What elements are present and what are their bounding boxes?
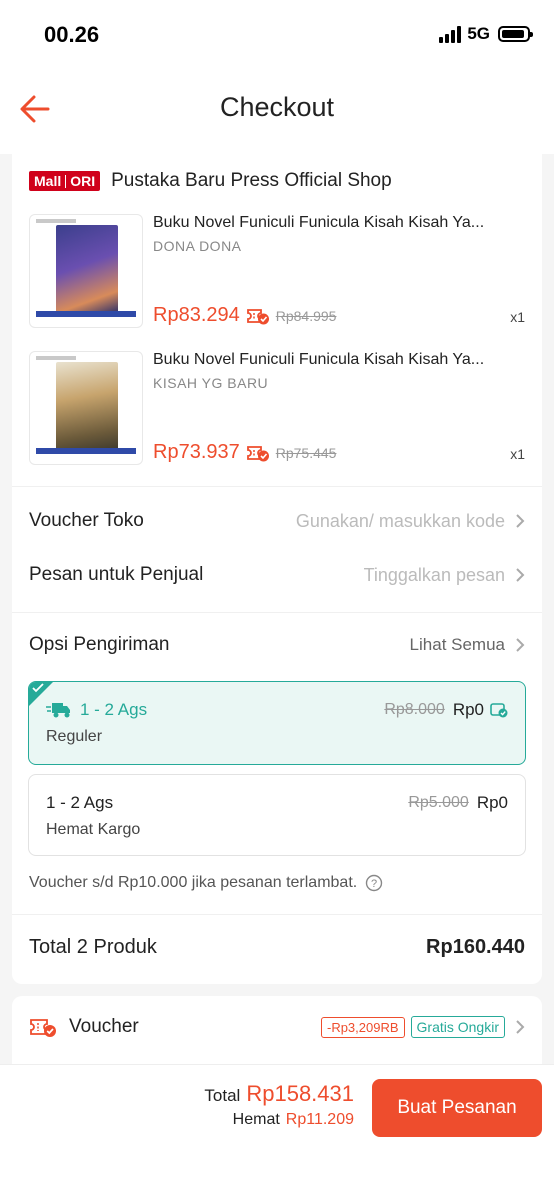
- order-card: Mall ORI Pustaka Baru Press Official Sho…: [12, 154, 542, 984]
- shipping-eta: 1 - 2 Ags: [80, 700, 148, 719]
- product-qty: x1: [510, 309, 525, 325]
- voucher-icon: [30, 1019, 56, 1037]
- shop-header[interactable]: Mall ORI Pustaka Baru Press Official Sho…: [29, 170, 392, 192]
- shipping-new-price: Rp0: [452, 700, 484, 719]
- product-variant: KISAH YG BARU: [153, 375, 269, 391]
- shipping-price: Rp8.000 Rp0: [384, 700, 508, 720]
- late-voucher-text: Voucher s/d Rp10.000 jika pesanan terlam…: [29, 874, 358, 891]
- shipping-option-reguler[interactable]: 1 - 2 Ags Reguler Rp8.000 Rp0: [28, 681, 526, 765]
- voucher-toko-label: Voucher Toko: [29, 510, 144, 531]
- product-qty: x1: [510, 446, 525, 462]
- shipping-type: Reguler: [46, 728, 103, 745]
- shipping-options-row[interactable]: Opsi Pengiriman Lihat Semua: [29, 634, 525, 656]
- divider: [12, 612, 542, 613]
- order-summary: Total Rp158.431 Hemat Rp11.209: [204, 1081, 354, 1129]
- product-total-row: Total 2 Produk Rp160.440: [29, 936, 525, 959]
- product-name: Buku Novel Funiculi Funicula Kisah Kisah…: [153, 351, 485, 368]
- shipping-old-price: Rp8.000: [384, 701, 445, 718]
- free-shipping-tag: Gratis Ongkir: [410, 1016, 505, 1038]
- svg-text:?: ?: [371, 878, 377, 890]
- voucher-toko-value: Gunakan/ masukkan kode: [296, 511, 525, 532]
- coupon-check-icon: [246, 445, 269, 461]
- voucher-row[interactable]: Voucher -Rp3,209RB Gratis Ongkir: [29, 1016, 525, 1038]
- product-item[interactable]: Buku Novel Funiculi Funicula Kisah Kisah…: [29, 214, 525, 332]
- shipping-old-price: Rp5.000: [408, 794, 469, 811]
- chevron-right-icon: [516, 514, 525, 528]
- signal-icon: [439, 25, 462, 43]
- shipping-new-price: Rp0: [476, 793, 508, 812]
- shipping-eta-row: 1 - 2 Ags: [46, 793, 113, 813]
- seller-message-row[interactable]: Pesan untuk Penjual Tinggalkan pesan: [29, 564, 525, 586]
- product-total-label: Total 2 Produk: [29, 936, 157, 958]
- shipping-price: Rp5.000 Rp0: [408, 793, 508, 813]
- shipping-option-kargo[interactable]: 1 - 2 Ags Hemat Kargo Rp5.000 Rp0: [28, 774, 526, 856]
- product-variant: DONA DONA: [153, 238, 242, 254]
- mall-badge-right: ORI: [70, 173, 96, 189]
- divider: [12, 486, 542, 487]
- product-price: Rp83.294: [153, 304, 240, 326]
- network-label: 5G: [467, 24, 490, 43]
- voucher-label: Voucher: [69, 1016, 139, 1037]
- chevron-right-icon: [516, 638, 525, 652]
- status-time: 00.26: [44, 22, 100, 47]
- voucher-tags: -Rp3,209RB Gratis Ongkir: [320, 1016, 525, 1038]
- seller-message-placeholder: Tinggalkan pesan: [363, 564, 505, 585]
- shipping-type: Hemat Kargo: [46, 821, 141, 838]
- shipping-label: Opsi Pengiriman: [29, 634, 170, 655]
- product-image: [29, 214, 143, 328]
- product-total-value: Rp160.440: [426, 936, 525, 958]
- discount-tag: -Rp3,209RB: [320, 1016, 405, 1038]
- seller-message-label: Pesan untuk Penjual: [29, 564, 204, 585]
- product-price: Rp73.937: [153, 441, 240, 463]
- shipping-eta: 1 - 2 Ags: [46, 793, 114, 812]
- status-icons: 5G: [439, 24, 533, 44]
- mall-badge: Mall ORI: [29, 171, 101, 191]
- product-name: Buku Novel Funiculi Funicula Kisah Kisah…: [153, 214, 485, 231]
- help-icon[interactable]: ?: [365, 874, 383, 892]
- divider: [12, 914, 542, 915]
- voucher-left: Voucher: [29, 1016, 139, 1038]
- product-item[interactable]: Buku Novel Funiculi Funicula Kisah Kisah…: [29, 351, 525, 469]
- coupon-check-icon: [246, 308, 269, 324]
- status-bar: 00.26 5G: [0, 0, 554, 70]
- shop-name: Pustaka Baru Press Official Shop: [111, 170, 392, 191]
- product-image: [29, 351, 143, 465]
- late-voucher-note: Voucher s/d Rp10.000 jika pesanan terlam…: [29, 874, 383, 892]
- product-price-row: Rp83.294 Rp84.995: [153, 304, 336, 327]
- product-old-price: Rp84.995: [275, 307, 337, 324]
- see-all-label: Lihat Semua: [409, 635, 505, 654]
- voucher-toko-placeholder: Gunakan/ masukkan kode: [295, 510, 505, 531]
- product-price-row: Rp73.937 Rp75.445: [153, 441, 336, 464]
- total-label: Total: [204, 1086, 241, 1105]
- page-header: Checkout: [0, 70, 554, 154]
- check-icon: [32, 683, 44, 693]
- voucher-toko-row[interactable]: Voucher Toko Gunakan/ masukkan kode: [29, 510, 525, 532]
- fast-truck-icon: [46, 703, 70, 718]
- savings-label: Hemat: [232, 1111, 280, 1128]
- page-title: Checkout: [219, 92, 335, 122]
- product-old-price: Rp75.445: [275, 444, 337, 461]
- total-value: Rp158.431: [246, 1081, 354, 1106]
- place-order-button[interactable]: Buat Pesanan: [372, 1079, 542, 1137]
- checkout-bar: Total Rp158.431 Hemat Rp11.209 Buat Pesa…: [0, 1064, 554, 1200]
- shipping-eta-row: 1 - 2 Ags: [46, 700, 147, 720]
- savings-value: Rp11.209: [285, 1111, 354, 1128]
- see-all-link[interactable]: Lihat Semua: [410, 635, 525, 655]
- chevron-right-icon: [516, 568, 525, 582]
- battery-icon: [498, 26, 533, 42]
- mall-badge-left: Mall: [34, 173, 62, 189]
- guarantee-icon: [490, 703, 508, 718]
- seller-message-value: Tinggalkan pesan: [364, 565, 525, 586]
- chevron-right-icon: [516, 1020, 525, 1034]
